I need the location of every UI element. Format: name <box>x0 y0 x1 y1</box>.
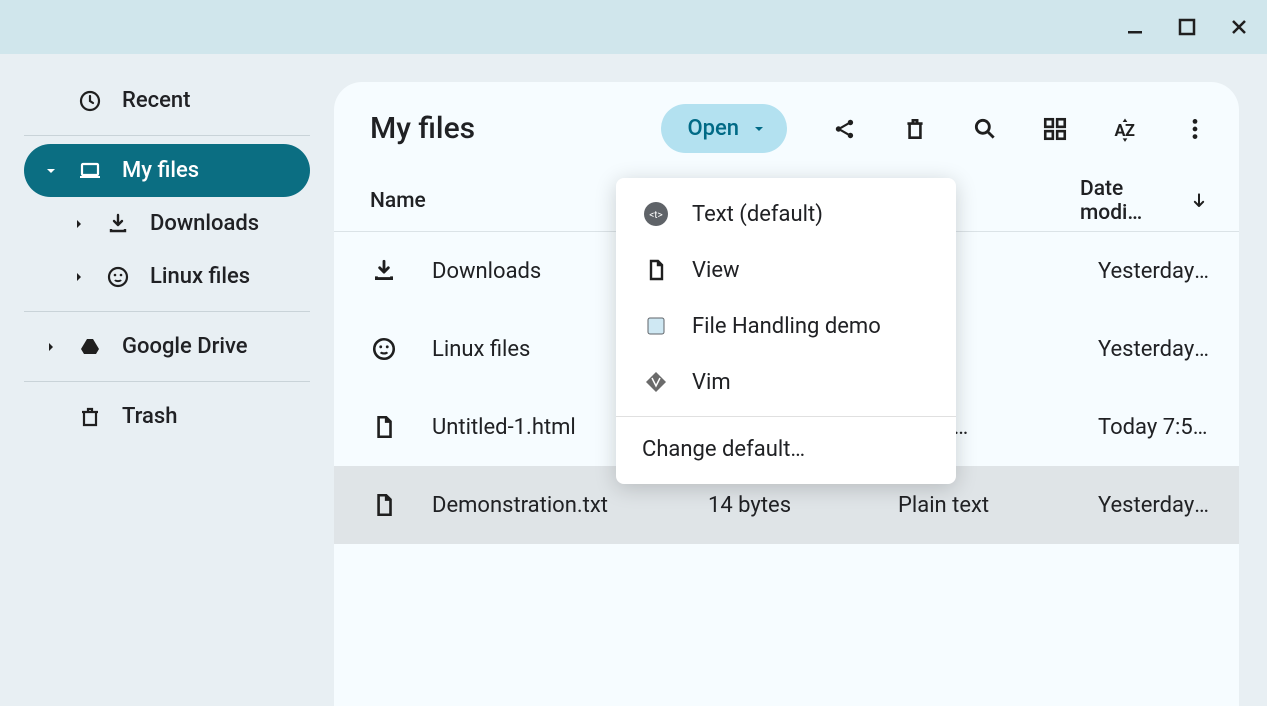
file-icon <box>642 256 670 284</box>
more-icon[interactable] <box>1181 115 1209 143</box>
chevron-right-icon <box>72 271 86 283</box>
sidebar-item-recent[interactable]: Recent <box>24 74 310 127</box>
file-icon <box>370 491 398 519</box>
file-date: Yesterday 9:1… <box>1098 493 1209 518</box>
sidebar-item-drive[interactable]: Google Drive <box>24 320 310 373</box>
app-icon <box>642 312 670 340</box>
toolbar: My files Open AZ <box>334 82 1239 171</box>
dropdown-item-view[interactable]: View <box>616 242 956 298</box>
main-panel: My files Open AZ Name Date mo <box>334 82 1239 706</box>
dropdown-item-label: File Handling demo <box>692 314 881 339</box>
column-date[interactable]: Date modi… <box>1080 177 1209 225</box>
grid-view-icon[interactable] <box>1041 115 1069 143</box>
arrow-down-icon <box>1189 191 1209 211</box>
file-size: 14 bytes <box>708 493 898 518</box>
sidebar-item-trash[interactable]: Trash <box>24 390 310 443</box>
sidebar-item-label: Recent <box>122 88 190 113</box>
sidebar-item-label: Google Drive <box>122 334 248 359</box>
trash-icon <box>78 405 102 429</box>
penguin-icon <box>370 335 398 363</box>
dropdown-item-vim[interactable]: Vim <box>616 354 956 410</box>
dropdown-arrow-icon <box>753 123 765 135</box>
text-app-icon: <t> <box>642 200 670 228</box>
chevron-right-icon <box>44 341 58 353</box>
page-title: My files <box>370 111 475 146</box>
divider <box>24 381 310 382</box>
chevron-down-icon <box>44 165 58 177</box>
sidebar-item-label: My files <box>122 158 199 183</box>
delete-icon[interactable] <box>901 115 929 143</box>
sidebar-item-label: Trash <box>122 404 177 429</box>
sidebar-item-linux[interactable]: Linux files <box>24 250 310 303</box>
sort-icon[interactable]: AZ <box>1111 115 1139 143</box>
vim-icon <box>642 368 670 396</box>
share-icon[interactable] <box>831 115 859 143</box>
column-date-label: Date modi… <box>1080 177 1177 225</box>
sidebar-item-myfiles[interactable]: My files <box>24 144 310 197</box>
recent-icon <box>78 89 102 113</box>
sidebar-item-downloads[interactable]: Downloads <box>24 197 310 250</box>
divider <box>24 311 310 312</box>
window-titlebar <box>0 0 1267 54</box>
minimize-button[interactable] <box>1123 15 1147 39</box>
divider <box>24 135 310 136</box>
divider <box>616 416 956 417</box>
file-date: Yesterday 7:0… <box>1098 337 1209 362</box>
download-icon <box>370 257 398 285</box>
file-name: Demonstration.txt <box>432 493 708 518</box>
dropdown-item-text[interactable]: <t> Text (default) <box>616 186 956 242</box>
close-button[interactable] <box>1227 15 1251 39</box>
dropdown-item-label: View <box>692 258 740 283</box>
dropdown-item-label: Text (default) <box>692 202 823 227</box>
drive-icon <box>78 335 102 359</box>
dropdown-item-filehandling[interactable]: File Handling demo <box>616 298 956 354</box>
download-icon <box>106 212 130 236</box>
open-button-label: Open <box>687 116 739 141</box>
file-type: Plain text <box>898 493 1098 518</box>
maximize-button[interactable] <box>1175 15 1199 39</box>
svg-text:A: A <box>1115 121 1126 140</box>
dropdown-item-label: Vim <box>692 370 731 395</box>
sidebar: Recent My files Downloads <box>0 54 334 706</box>
file-date: Today 7:54 AM <box>1098 415 1209 440</box>
chevron-right-icon <box>72 218 86 230</box>
sidebar-item-label: Downloads <box>150 211 259 236</box>
dropdown-item-label: Change default… <box>642 437 805 462</box>
penguin-icon <box>106 265 130 289</box>
search-icon[interactable] <box>971 115 999 143</box>
dropdown-item-change-default[interactable]: Change default… <box>616 423 956 476</box>
svg-text:<t>: <t> <box>649 210 663 221</box>
sidebar-item-label: Linux files <box>150 264 250 289</box>
laptop-icon <box>78 159 102 183</box>
file-icon <box>370 413 398 441</box>
svg-text:Z: Z <box>1125 121 1135 140</box>
open-button[interactable]: Open <box>661 104 787 153</box>
file-date: Yesterday 9:2… <box>1098 259 1209 284</box>
open-dropdown: <t> Text (default) View File Handling de… <box>616 178 956 484</box>
